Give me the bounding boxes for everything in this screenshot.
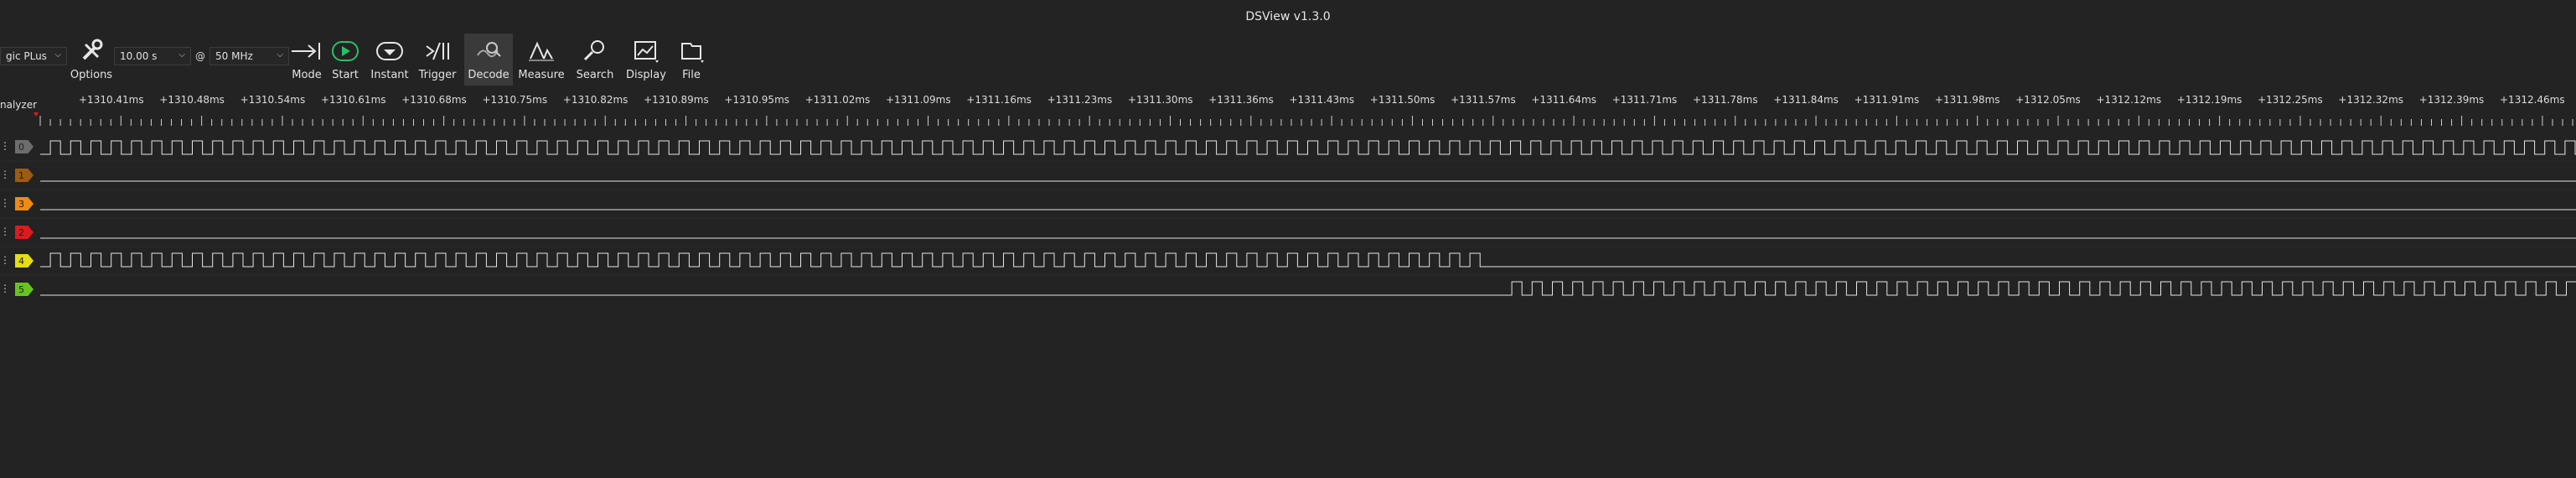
display-icon: [627, 35, 665, 67]
ruler-tick-label: +1310.48ms: [159, 94, 225, 106]
ruler-tick-label: +1312.19ms: [2176, 94, 2242, 106]
waveform-channel-4: [40, 252, 2576, 268]
chevron-down-icon: ⌵: [54, 50, 61, 60]
ruler-tick-label: +1311.50ms: [1369, 94, 1435, 106]
display-button[interactable]: Display: [623, 34, 670, 86]
options-icon: [72, 35, 111, 67]
search-label: Search: [576, 69, 614, 81]
ruler-tick-label: +1311.36ms: [1208, 94, 1274, 106]
ruler-tick-label: +1311.23ms: [1047, 94, 1113, 106]
waveform-area[interactable]: [0, 132, 2576, 310]
trigger-label: Trigger: [418, 69, 457, 81]
instant-button[interactable]: Instant: [370, 34, 409, 86]
measure-label: Measure: [518, 69, 565, 81]
ruler-tick-label: +1311.30ms: [1127, 94, 1193, 106]
measure-icon: [522, 35, 561, 67]
duration-select[interactable]: 10.00 s ⌵: [114, 47, 191, 65]
ruler-tick-label: +1311.91ms: [1854, 94, 1920, 106]
start-label: Start: [332, 69, 359, 81]
title-bar: DSView v1.3.0: [0, 0, 2576, 34]
ruler-tick-label: +1311.02ms: [804, 94, 871, 106]
options-button[interactable]: Options: [70, 34, 112, 86]
waveform-channel-5: [40, 281, 2576, 296]
ruler-tick-label: +1310.82ms: [562, 94, 628, 106]
search-button[interactable]: Search: [574, 34, 616, 86]
mode-button[interactable]: Mode: [290, 34, 323, 86]
file-icon: [672, 35, 711, 67]
trigger-icon: [418, 35, 457, 67]
time-ruler[interactable]: nalyzer +1310.41ms +1310.48ms +1310.54ms +1…: [0, 87, 2576, 129]
ruler-tick-label: +1312.32ms: [2338, 94, 2404, 106]
ruler-tick-label: +1312.46ms: [2500, 94, 2565, 106]
ruler-tick-label: +1311.09ms: [886, 94, 951, 106]
dsview-window: DSView v1.3.0 gic PLus ⌵ 10.00 s ⌵ @ 50 …: [0, 0, 2576, 478]
instant-icon: [370, 35, 409, 67]
ruler-tick-label: +1311.16ms: [966, 94, 1032, 106]
chevron-down-icon: ⌵: [178, 50, 185, 60]
ruler-tick-label: +1312.25ms: [2258, 94, 2323, 106]
ruler-tick-label: +1311.84ms: [1773, 94, 1839, 106]
ruler-tick-label: +1311.43ms: [1289, 94, 1355, 106]
window-title: DSView v1.3.0: [1245, 10, 1331, 23]
decode-icon: [469, 35, 508, 67]
file-button[interactable]: File: [673, 34, 710, 86]
ruler-tick-label: +1311.71ms: [1611, 94, 1678, 106]
search-icon: [576, 35, 614, 67]
device-select[interactable]: gic PLus ⌵: [0, 47, 67, 65]
ruler-tick-label: +1310.89ms: [644, 94, 709, 106]
measure-button[interactable]: Measure: [517, 34, 566, 86]
ruler-tick-label: +1310.95ms: [724, 94, 790, 106]
options-label: Options: [70, 69, 113, 81]
ruler-tick-label: +1312.05ms: [2015, 94, 2081, 106]
trigger-button[interactable]: Trigger: [418, 34, 457, 86]
samplerate-select[interactable]: 50 MHz ⌵: [209, 47, 289, 65]
chevron-down-icon: ⌵: [277, 50, 283, 60]
ruler-tick-label: +1310.68ms: [401, 94, 467, 106]
mode-label: Mode: [292, 69, 322, 81]
device-select-value: gic PLus: [6, 50, 47, 62]
start-button[interactable]: Start: [328, 34, 362, 86]
ruler-tick-label: +1310.75ms: [482, 94, 548, 106]
ruler-tick-label: +1310.54ms: [240, 94, 306, 106]
ruler-tick-label: +1312.12ms: [2096, 94, 2162, 106]
decode-label: Decode: [468, 69, 510, 81]
ruler-tick-label: +1311.64ms: [1531, 94, 1597, 106]
ruler-tick-label: +1311.98ms: [1934, 94, 2000, 106]
ruler-tick-label: +1310.41ms: [79, 94, 144, 106]
trigger-marker[interactable]: [34, 112, 39, 117]
instant-label: Instant: [370, 69, 409, 81]
start-icon: [326, 35, 365, 67]
at-label: @: [195, 50, 205, 62]
duration-select-value: 10.00 s: [120, 50, 158, 62]
decode-button[interactable]: Decode: [464, 34, 513, 86]
ruler-tick-label: +1312.39ms: [2418, 94, 2485, 106]
mode-icon: [287, 35, 326, 67]
file-label: File: [682, 69, 701, 81]
ruler-tick-label: +1311.57ms: [1451, 94, 1516, 106]
ruler-tick-label: +1310.61ms: [320, 94, 386, 106]
display-label: Display: [626, 69, 666, 81]
ruler-tick-label: +1311.78ms: [1693, 94, 1758, 106]
samplerate-select-value: 50 MHz: [215, 50, 253, 62]
waveform-channel-0: [40, 140, 2576, 155]
